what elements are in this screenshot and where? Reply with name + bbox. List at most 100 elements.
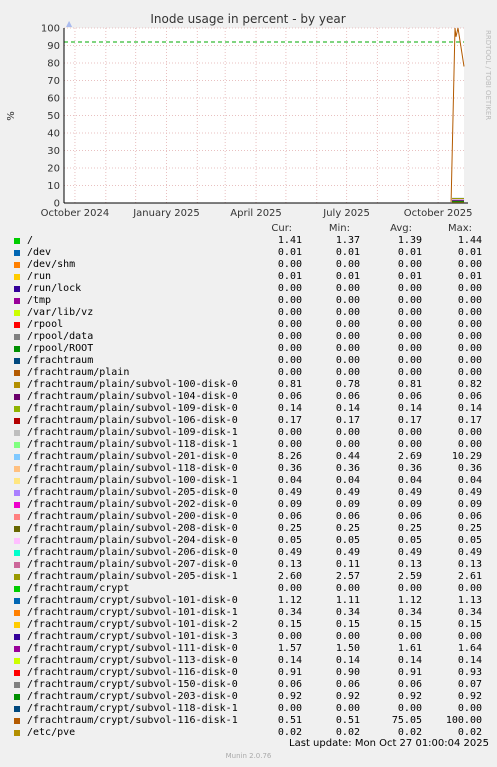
legend-header: Cur: Min: Avg: Max: (0, 223, 497, 235)
x-tick-label: October 2025 (404, 208, 473, 219)
legend-series-name: /frachtraum/plain/subvol-109-disk-1 (27, 427, 238, 438)
legend-cur-value: 1.41 (277, 235, 302, 246)
legend-series-name: /frachtraum/crypt/subvol-101-disk-3 (27, 631, 238, 642)
legend-max-value: 0.07 (457, 679, 482, 690)
legend-series-name: /rpool (27, 319, 64, 330)
legend-avg-value: 2.59 (397, 571, 422, 582)
legend-avg-value: 0.00 (397, 439, 422, 450)
legend-avg-value: 0.17 (397, 415, 422, 426)
legend-cur-value: 0.49 (277, 487, 302, 498)
legend-row: /frachtraum/plain/subvol-201-disk-0 8.26 0… (0, 451, 497, 463)
legend-max-value: 0.04 (457, 475, 482, 486)
legend-min-value: 0.90 (335, 667, 360, 678)
legend-avg-value: 0.00 (397, 259, 422, 270)
legend-series-name: /frachtraum/plain/subvol-118-disk-1 (27, 439, 238, 450)
legend-max-value: 0.00 (457, 307, 482, 318)
legend-min-value: 0.00 (335, 703, 360, 714)
legend-swatch (14, 538, 20, 544)
legend-swatch (14, 502, 20, 508)
legend-series-name: /frachtraum/plain/subvol-100-disk-0 (27, 379, 238, 390)
legend-swatch (14, 550, 20, 556)
legend-row: /frachtraum/plain/subvol-106-disk-0 0.17 0… (0, 415, 497, 427)
legend-avg-value: 0.09 (397, 499, 422, 510)
y-tick-label: 80 (47, 59, 60, 70)
legend-max-value: 0.09 (457, 499, 482, 510)
legend-swatch (14, 250, 20, 256)
legend-cur-value: 0.00 (277, 319, 302, 330)
legend-swatch (14, 646, 20, 652)
legend-min-value: 0.06 (335, 391, 360, 402)
legend-max-value: 0.93 (457, 667, 482, 678)
legend-row: /frachtraum/plain/subvol-206-disk-0 0.49 0… (0, 547, 497, 559)
legend-series-name: /frachtraum/plain/subvol-118-disk-0 (27, 463, 238, 474)
legend-avg-value: 0.00 (397, 583, 422, 594)
legend-series-name: /frachtraum/crypt/subvol-101-disk-2 (27, 619, 238, 630)
legend-min-value: 0.25 (335, 523, 360, 534)
legend-series-name: /frachtraum/crypt/subvol-116-disk-1 (27, 715, 238, 726)
legend-max-value: 0.06 (457, 391, 482, 402)
x-tick-label: January 2025 (132, 208, 200, 219)
legend-max-value: 0.92 (457, 691, 482, 702)
legend-min-value: 0.00 (335, 307, 360, 318)
legend-min-value: 0.06 (335, 511, 360, 522)
legend-swatch (14, 490, 20, 496)
legend-max-value: 100.00 (445, 715, 482, 726)
legend-swatch (14, 610, 20, 616)
legend-max-value: 0.14 (457, 403, 482, 414)
legend-max-value: 0.00 (457, 427, 482, 438)
y-tick-label: 60 (47, 94, 60, 105)
legend-series-name: /run/lock (27, 283, 82, 294)
y-tick-label: 70 (47, 76, 60, 87)
legend-max-value: 0.00 (457, 331, 482, 342)
legend-min-value: 2.57 (335, 571, 360, 582)
legend-cur-value: 0.92 (277, 691, 302, 702)
legend-min-value: 0.00 (335, 295, 360, 306)
legend-min-value: 0.51 (335, 715, 360, 726)
legend-min-value: 0.34 (335, 607, 360, 618)
legend-avg-value: 0.34 (397, 607, 422, 618)
legend-row: /frachtraum/plain/subvol-205-disk-0 0.49 0… (0, 487, 497, 499)
legend-cur-value: 0.00 (277, 343, 302, 354)
rrdtool-watermark: RRDTOOL / TOBI OETIKER (484, 30, 492, 120)
legend-row: /frachtraum/crypt/subvol-118-disk-1 0.00 0… (0, 703, 497, 715)
legend-max-value: 0.49 (457, 547, 482, 558)
legend-max-value: 0.49 (457, 487, 482, 498)
legend-min-value: 0.00 (335, 583, 360, 594)
legend-cur-value: 0.02 (277, 727, 302, 738)
legend-series-name: /frachtraum/plain (27, 367, 130, 378)
legend-min-value: 0.00 (335, 343, 360, 354)
legend-swatch (14, 562, 20, 568)
legend-max-value: 0.00 (457, 367, 482, 378)
legend-cur-value: 0.00 (277, 439, 302, 450)
legend-series-name: / (27, 235, 34, 246)
legend-min-value: 0.17 (335, 415, 360, 426)
legend-avg-value: 0.05 (397, 535, 422, 546)
legend-series-name: /frachtraum/plain/subvol-100-disk-1 (27, 475, 238, 486)
legend-cur-value: 0.81 (277, 379, 302, 390)
legend-swatch (14, 394, 20, 400)
legend-min-value: 0.00 (335, 427, 360, 438)
legend-min-value: 0.11 (335, 559, 360, 570)
y-tick-label: 10 (47, 181, 60, 192)
legend-swatch (14, 346, 20, 352)
legend-max-value: 0.00 (457, 343, 482, 354)
legend-max-value: 1.64 (457, 643, 482, 654)
legend-swatch (14, 682, 20, 688)
legend-min-value: 0.00 (335, 259, 360, 270)
legend-cur-value: 0.06 (277, 511, 302, 522)
legend-cur-value: 0.00 (277, 259, 302, 270)
legend-cur-value: 0.49 (277, 547, 302, 558)
legend-max-value: 0.06 (457, 511, 482, 522)
legend-min-value: 0.06 (335, 679, 360, 690)
legend-min-value: 0.00 (335, 331, 360, 342)
legend-series-name: /frachtraum/plain/subvol-205-disk-0 (27, 487, 238, 498)
legend-row: /frachtraum/crypt/subvol-116-disk-0 0.91 0… (0, 667, 497, 679)
munin-version: Munin 2.0.76 (225, 752, 272, 760)
legend-cur-value: 0.04 (277, 475, 302, 486)
legend-cur-value: 0.91 (277, 667, 302, 678)
legend-series-name: /dev (27, 247, 52, 258)
legend-avg-value: 0.92 (397, 691, 422, 702)
legend-max-value: 1.13 (457, 595, 482, 606)
legend-cur-value: 0.00 (277, 307, 302, 318)
legend-max-value: 0.00 (457, 295, 482, 306)
